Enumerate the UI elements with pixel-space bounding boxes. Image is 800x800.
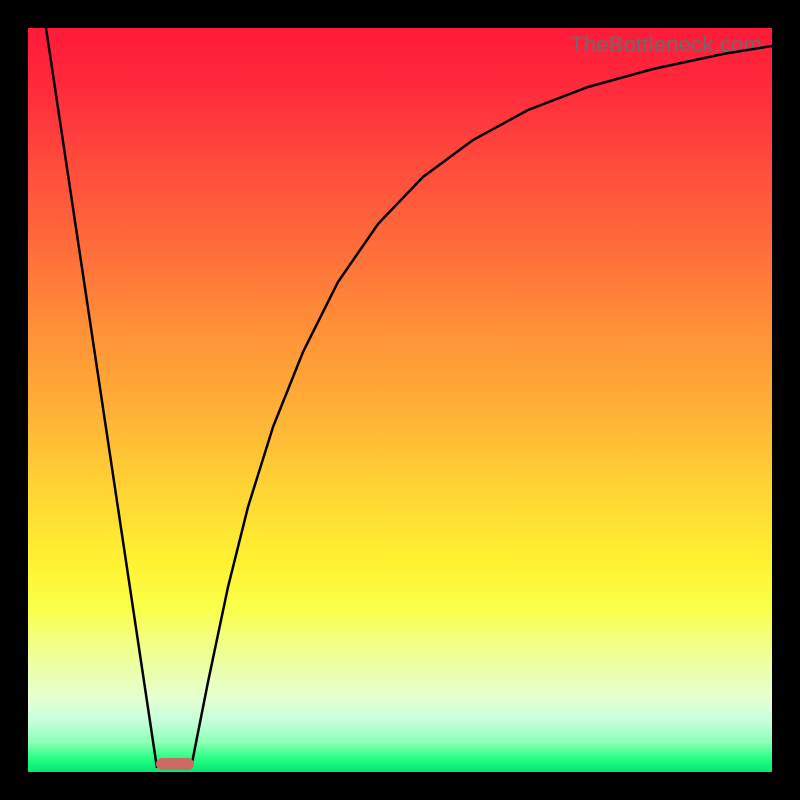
plot-area: TheBottleneck.com (28, 28, 772, 772)
right-curve (191, 46, 772, 768)
chart-curves (28, 28, 772, 772)
bottleneck-marker (156, 758, 194, 770)
left-line (46, 28, 157, 768)
